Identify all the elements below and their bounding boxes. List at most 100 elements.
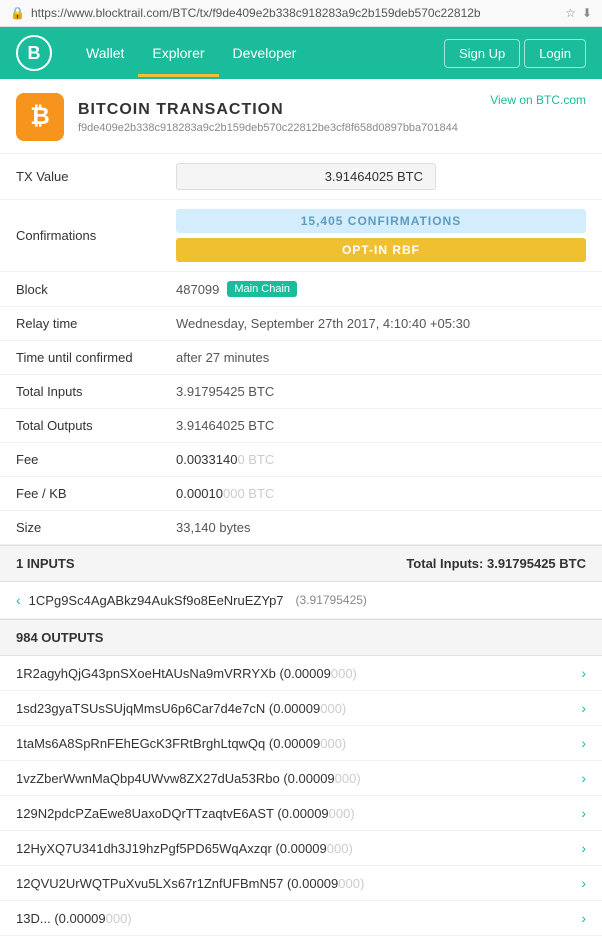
total-inputs-row: Total Inputs 3.91795425 BTC xyxy=(0,375,602,409)
main-chain-badge: Main Chain xyxy=(227,281,297,297)
output-amount: (0.00009000) xyxy=(280,667,357,681)
chevron-right-icon: › xyxy=(581,910,586,926)
fee-kb-main: 0.00010 xyxy=(176,486,223,501)
total-outputs-row: Total Outputs 3.91464025 BTC xyxy=(0,409,602,443)
relay-time-row: Relay time Wednesday, September 27th 201… xyxy=(0,307,602,341)
output-address: 1sd23gyaTSUsSUjqMmsU6p6Car7d4e7cN xyxy=(16,701,265,716)
inputs-total: Total Inputs: 3.91795425 BTC xyxy=(406,556,586,571)
url-actions: ☆ ⬇ xyxy=(565,6,592,20)
rbf-badge: OPT-IN RBF xyxy=(176,238,586,262)
fee-label: Fee xyxy=(0,443,160,477)
tx-hash: f9de409e2b338c918283a9c2b159deb570c22812… xyxy=(78,122,458,134)
output-amount: (0.00009000) xyxy=(269,702,346,716)
main-content: ₿ BITCOIN TRANSACTION f9de409e2b338c9182… xyxy=(0,79,602,936)
output-item[interactable]: 1sd23gyaTSUsSUjqMmsU6p6Car7d4e7cN (0.000… xyxy=(0,691,602,726)
input-address: 1CPg9Sc4AgABkz94AukSf9o8EeNruEZYp7 xyxy=(29,593,284,608)
total-outputs-value: 3.91464025 BTC xyxy=(160,409,602,443)
url-text: https://www.blocktrail.com/BTC/tx/f9de40… xyxy=(31,6,559,20)
block-value: 487099 Main Chain xyxy=(176,281,586,297)
chevron-right-icon: › xyxy=(581,700,586,716)
size-label: Size xyxy=(0,511,160,545)
output-item[interactable]: 1R2agyhQjG43pnSXoeHtAUsNa9mVRRYXb (0.000… xyxy=(0,656,602,691)
chevron-right-icon: › xyxy=(581,665,586,681)
tx-value-cell: 3.91464025 BTC xyxy=(160,154,602,200)
relay-time-label: Relay time xyxy=(0,307,160,341)
output-amount: (0.00009000) xyxy=(54,912,131,926)
output-address: 1taMs6A8SpRnFEhEGcK3FRtBrghLtqwQq xyxy=(16,736,265,751)
output-address: 12HyXQ7U341dh3J19hzPgf5PD65WqAxzqr xyxy=(16,841,272,856)
chevron-right-icon: › xyxy=(581,875,586,891)
fee-dim: 0 BTC xyxy=(237,452,274,467)
time-confirmed-row: Time until confirmed after 27 minutes xyxy=(0,341,602,375)
output-amount: (0.00009000) xyxy=(287,877,364,891)
output-item[interactable]: 12HyXQ7U341dh3J19hzPgf5PD65WqAxzqr (0.00… xyxy=(0,831,602,866)
input-amount: (3.91795425) xyxy=(296,593,367,607)
inputs-section-header: 1 INPUTS Total Inputs: 3.91795425 BTC xyxy=(0,545,602,582)
outputs-section-header: 984 OUTPUTS xyxy=(0,619,602,656)
output-amount: (0.00009000) xyxy=(269,737,346,751)
lock-icon: 🔒 xyxy=(10,6,25,20)
chevron-right-icon: › xyxy=(581,805,586,821)
nav-right: Sign Up Login xyxy=(444,39,586,68)
total-inputs-value: 3.91795425 BTC xyxy=(160,375,602,409)
btc-icon: ₿ xyxy=(16,93,64,141)
chevron-right-icon: › xyxy=(581,735,586,751)
outputs-list: 1R2agyhQjG43pnSXoeHtAUsNa9mVRRYXb (0.000… xyxy=(0,656,602,936)
tx-value-label: TX Value xyxy=(0,154,160,200)
nav-logo[interactable]: B xyxy=(16,35,52,71)
time-confirmed-label: Time until confirmed xyxy=(0,341,160,375)
fee-kb-row: Fee / KB 0.00010000 BTC xyxy=(0,477,602,511)
relay-time-value: Wednesday, September 27th 2017, 4:10:40 … xyxy=(160,307,602,341)
output-item[interactable]: 129N2pdcPZaEwe8UaxoDQrTTzaqtvE6AST (0.00… xyxy=(0,796,602,831)
confirmations-label: Confirmations xyxy=(0,200,160,272)
output-item[interactable]: 1vzZberWwnMaQbp4UWvw8ZX27dUa53Rbo (0.000… xyxy=(0,761,602,796)
tx-header: ₿ BITCOIN TRANSACTION f9de409e2b338c9182… xyxy=(0,79,602,154)
confirmations-row: Confirmations 15,405 CONFIRMATIONS OPT-I… xyxy=(0,200,602,272)
tx-details-table: TX Value 3.91464025 BTC Confirmations 15… xyxy=(0,154,602,545)
output-amount: (0.00009000) xyxy=(275,842,352,856)
time-confirmed-value: after 27 minutes xyxy=(160,341,602,375)
output-item[interactable]: 12QVU2UrWQTPuXvu5LXs67r1ZnfUFBmN57 (0.00… xyxy=(0,866,602,901)
output-address: 13D... xyxy=(16,911,51,926)
chevron-right-icon: › xyxy=(581,770,586,786)
navbar: B Wallet Explorer Developer Sign Up Logi… xyxy=(0,27,602,79)
fee-row: Fee 0.00331400 BTC xyxy=(0,443,602,477)
size-value: 33,140 bytes xyxy=(160,511,602,545)
output-address: 1vzZberWwnMaQbp4UWvw8ZX27dUa53Rbo xyxy=(16,771,280,786)
output-amount: (0.00009000) xyxy=(277,807,354,821)
fee-main: 0.0033140 xyxy=(176,452,237,467)
tx-title: BITCOIN TRANSACTION xyxy=(78,101,458,119)
size-row: Size 33,140 bytes xyxy=(0,511,602,545)
confirmations-badge: 15,405 CONFIRMATIONS xyxy=(176,209,586,233)
output-item[interactable]: 13D... (0.00009000) › xyxy=(0,901,602,936)
output-amount: (0.00009000) xyxy=(283,772,360,786)
fee-kb-label: Fee / KB xyxy=(0,477,160,511)
tx-value-box: 3.91464025 BTC xyxy=(176,163,436,190)
view-btc-link[interactable]: View on BTC.com xyxy=(490,93,586,107)
bookmark-icon[interactable]: ☆ xyxy=(565,6,576,20)
input-item[interactable]: ‹ 1CPg9Sc4AgABkz94AukSf9o8EeNruEZYp7 (3.… xyxy=(0,582,602,619)
confirmations-wrapper: 15,405 CONFIRMATIONS OPT-IN RBF xyxy=(176,209,586,262)
block-row: Block 487099 Main Chain xyxy=(0,272,602,307)
nav-explorer[interactable]: Explorer xyxy=(138,29,218,77)
chevron-right-icon: › xyxy=(581,840,586,856)
login-button[interactable]: Login xyxy=(524,39,586,68)
block-label: Block xyxy=(0,272,160,307)
inputs-label: 1 INPUTS xyxy=(16,556,75,571)
nav-developer[interactable]: Developer xyxy=(219,29,311,77)
output-item[interactable]: 1taMs6A8SpRnFEhEGcK3FRtBrghLtqwQq (0.000… xyxy=(0,726,602,761)
outputs-label: 984 OUTPUTS xyxy=(16,630,103,645)
nav-links: Wallet Explorer Developer xyxy=(72,29,444,77)
signup-button[interactable]: Sign Up xyxy=(444,39,520,68)
nav-wallet[interactable]: Wallet xyxy=(72,29,138,77)
total-inputs-label: Total Inputs xyxy=(0,375,160,409)
block-number: 487099 xyxy=(176,282,219,297)
download-icon[interactable]: ⬇ xyxy=(582,6,592,20)
tx-value-row: TX Value 3.91464025 BTC xyxy=(0,154,602,200)
output-address: 1R2agyhQjG43pnSXoeHtAUsNa9mVRRYXb xyxy=(16,666,276,681)
output-address: 12QVU2UrWQTPuXvu5LXs67r1ZnfUFBmN57 xyxy=(16,876,283,891)
chevron-left-icon: ‹ xyxy=(16,592,21,608)
output-address: 129N2pdcPZaEwe8UaxoDQrTTzaqtvE6AST xyxy=(16,806,274,821)
url-bar: 🔒 https://www.blocktrail.com/BTC/tx/f9de… xyxy=(0,0,602,27)
fee-kb-dim: 000 BTC xyxy=(223,486,274,501)
